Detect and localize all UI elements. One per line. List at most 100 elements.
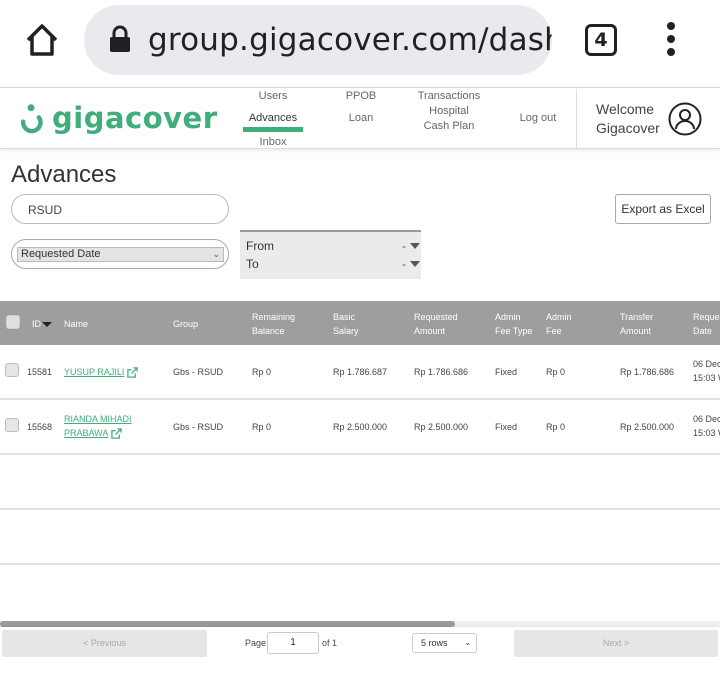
nav-cash-plan[interactable]: Cash Plan [414, 119, 484, 134]
sort-desc-icon [42, 322, 52, 328]
nav-logout[interactable]: Log out [514, 111, 562, 126]
nav-hospital[interactable]: Hospital [414, 104, 484, 119]
logo-mark-icon [21, 104, 43, 134]
browser-toolbar: group.gigacover.com/dashboard 4 [0, 0, 720, 88]
header-line: Balance [252, 326, 285, 336]
cell-name[interactable]: RIANDA MIHADI PRABAWA [64, 412, 132, 440]
cell-admin-fee-type: Fixed [495, 422, 518, 432]
next-page-button[interactable]: Next > [514, 630, 718, 657]
employee-name-link[interactable]: PRABAWA [64, 428, 108, 438]
rows-per-page-value: 5 rows [421, 638, 448, 648]
gigacover-logo[interactable]: gigacover [18, 101, 217, 137]
cell-requested-date: 06 Dec 15:03 WIB [693, 412, 720, 440]
cell-id: 15581 [27, 367, 53, 377]
header-line: Amount [620, 326, 652, 336]
range-from-value: - [402, 239, 406, 253]
external-link-icon[interactable] [111, 428, 123, 439]
nav-group-ppob: PPOB Loan [340, 89, 382, 126]
empty-table-row [0, 565, 720, 620]
browser-menu-icon[interactable] [660, 22, 682, 58]
date-line: 06 Dec [693, 414, 720, 424]
header-line: Remaining [252, 312, 296, 322]
column-basic-salary[interactable]: Basic Salary [333, 310, 359, 338]
search-input[interactable]: RSUD [11, 194, 229, 224]
cell-basic-salary: Rp 1.786.687 [333, 367, 388, 377]
previous-page-button[interactable]: < Previous [2, 630, 207, 657]
time-line: 15:03 WIB [693, 373, 720, 383]
nav-group-users: Users Advances Inbox [243, 89, 303, 150]
page-label: Page [245, 638, 267, 648]
nav-inbox[interactable]: Inbox [243, 135, 303, 150]
header-line: Basic [333, 312, 356, 322]
column-requested-amount[interactable]: Requested Amount [414, 310, 458, 338]
range-to-value: - [402, 257, 406, 271]
tab-switcher-button[interactable]: 4 [585, 24, 617, 56]
welcome-text: Welcome Gigacover [596, 100, 660, 138]
date-type-select[interactable]: Requested Date ⌄ [11, 239, 229, 269]
export-excel-button[interactable]: Export as Excel [615, 194, 711, 224]
welcome-username: Gigacover [596, 120, 660, 136]
page-total-label: of 1 [322, 638, 338, 648]
external-link-icon[interactable] [127, 367, 139, 378]
column-remaining-balance[interactable]: Remaining Balance [252, 310, 295, 338]
app-header: gigacover Users Advances Inbox PPOB Loan… [0, 89, 720, 149]
header-line: Amount [414, 326, 446, 336]
empty-table-row [0, 455, 720, 510]
employee-name-link[interactable]: YUSUP RAJILI [64, 367, 124, 377]
column-admin-fee-type[interactable]: Admin Fee Type [495, 310, 532, 338]
nav-ppob[interactable]: PPOB [340, 89, 382, 104]
empty-table-row [0, 510, 720, 565]
advances-table: ID Name Group Remaining Balance Basic Sala… [0, 301, 720, 620]
date-type-label: Requested Date [21, 248, 101, 260]
cell-remaining-balance: Rp 0 [252, 367, 272, 377]
column-group[interactable]: Group [173, 317, 198, 331]
column-id-label: ID [32, 319, 41, 329]
range-to-label: To [246, 257, 259, 271]
column-id[interactable]: ID [32, 317, 52, 331]
cell-name[interactable]: YUSUP RAJILI [64, 365, 139, 379]
header-line: Admin [546, 312, 572, 322]
column-requested-date[interactable]: Requested Date [693, 310, 720, 338]
column-name[interactable]: Name [64, 317, 88, 331]
employee-name-link[interactable]: RIANDA MIHADI [64, 412, 132, 426]
nav-active-indicator [243, 127, 303, 132]
cell-basic-salary: Rp 2.500.000 [333, 422, 388, 432]
column-transfer-amount[interactable]: Transfer Amount [620, 310, 653, 338]
home-icon[interactable] [22, 20, 62, 60]
nav-transactions[interactable]: Transactions [414, 89, 484, 104]
cell-admin-fee-type: Fixed [495, 367, 518, 377]
cell-requested-amount: Rp 1.786.686 [414, 367, 469, 377]
header-line: Requested [414, 312, 458, 322]
header-line: Fee [546, 326, 562, 336]
nav-users[interactable]: Users [243, 89, 303, 104]
header-line: Requested [693, 312, 720, 322]
date-line: 06 Dec [693, 359, 720, 369]
rows-per-page-select[interactable]: 5 rows ⌄ [412, 633, 477, 653]
cell-requested-amount: Rp 2.500.000 [414, 422, 469, 432]
date-range-picker[interactable]: From - To - [240, 230, 421, 279]
welcome-line: Welcome [596, 101, 655, 117]
cell-admin-fee: Rp 0 [546, 422, 566, 432]
table-header: ID Name Group Remaining Balance Basic Sala… [0, 301, 720, 345]
select-all-checkbox[interactable] [6, 315, 20, 329]
column-admin-fee[interactable]: Admin Fee [546, 310, 572, 338]
range-from-row[interactable]: From - [246, 239, 420, 255]
time-line: 15:03 WIB [693, 428, 720, 438]
range-to-row[interactable]: To - [246, 257, 420, 273]
cell-id: 15568 [27, 422, 53, 432]
caret-down-icon [410, 261, 420, 267]
cell-transfer-amount: Rp 2.500.000 [620, 422, 675, 432]
lock-icon [110, 25, 130, 52]
user-avatar-icon[interactable] [668, 102, 702, 136]
cell-group: Gbs - RSUD [173, 422, 224, 432]
nav-loan[interactable]: Loan [340, 111, 382, 126]
cell-admin-fee: Rp 0 [546, 367, 566, 377]
nav-group-transactions: Transactions Hospital Cash Plan [414, 89, 484, 134]
address-bar[interactable]: group.gigacover.com/dashboard [84, 5, 552, 75]
page-number-input[interactable]: 1 [267, 632, 319, 654]
table-row[interactable]: 15581 YUSUP RAJILI Gbs - RSUD Rp 0 Rp 1.… [0, 345, 720, 400]
row-checkbox[interactable] [5, 363, 19, 377]
nav-advances[interactable]: Advances [243, 111, 303, 126]
table-row[interactable]: 15568 RIANDA MIHADI PRABAWA Gbs - RSUD R… [0, 400, 720, 455]
row-checkbox[interactable] [5, 418, 19, 432]
